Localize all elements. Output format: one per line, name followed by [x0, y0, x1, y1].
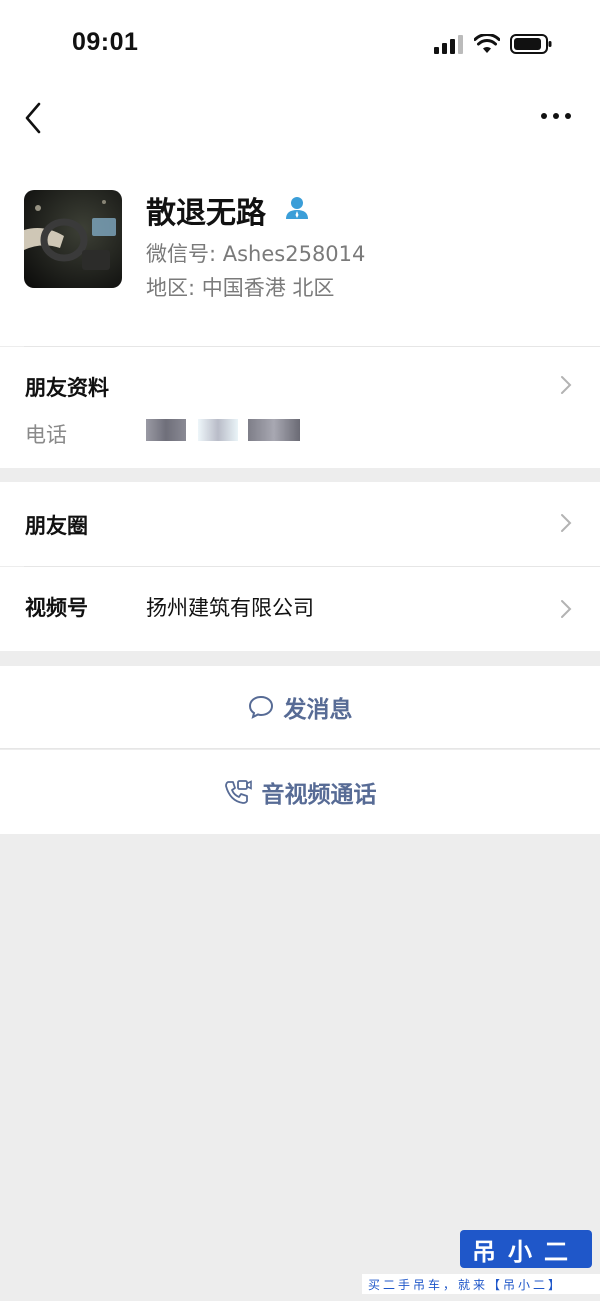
signal-icon	[434, 35, 463, 54]
av-call-button[interactable]: 音视频通话	[0, 750, 600, 834]
status-bar: 09:01	[0, 0, 600, 88]
status-time: 09:01	[72, 28, 139, 56]
nav-bar	[0, 88, 600, 148]
chevron-right-icon	[561, 514, 572, 532]
battery-icon	[510, 34, 552, 54]
moments-title: 朋友圈	[25, 514, 88, 538]
profile-header: 散退无路 微信号: Ashes258014 地区: 中国香港 北区	[0, 148, 600, 346]
status-icons	[434, 32, 552, 56]
chevron-left-icon[interactable]	[22, 100, 46, 136]
wifi-icon	[474, 34, 500, 53]
friend-info-section[interactable]: 朋友资料 电话	[0, 347, 600, 468]
person-icon	[286, 197, 308, 219]
phone-label: 电话	[25, 423, 67, 447]
watermark-logo: 吊小二	[460, 1230, 592, 1268]
region: 地区: 中国香港 北区	[146, 276, 335, 300]
moments-row[interactable]: 朋友圈	[0, 482, 600, 566]
chat-bubble-icon	[248, 695, 273, 719]
phone-video-icon	[224, 780, 252, 804]
av-call-label: 音视频通话	[261, 782, 377, 808]
avatar[interactable]	[24, 190, 122, 288]
send-message-button[interactable]: 发消息	[0, 666, 600, 748]
channels-title: 视频号	[25, 596, 88, 620]
wechat-id: 微信号: Ashes258014	[146, 242, 366, 266]
channels-row[interactable]: 视频号 扬州建筑有限公司	[0, 567, 600, 651]
chevron-right-icon	[561, 376, 572, 394]
more-dots-icon[interactable]	[540, 108, 572, 124]
chevron-right-icon	[561, 600, 572, 618]
contact-name: 散退无路	[146, 196, 266, 231]
divider	[0, 748, 600, 749]
channels-value: 扬州建筑有限公司	[146, 596, 314, 620]
watermark-slogan: 买二手吊车，就来【吊小二】	[362, 1274, 600, 1294]
friend-info-title: 朋友资料	[25, 376, 109, 400]
send-message-label: 发消息	[283, 697, 353, 723]
